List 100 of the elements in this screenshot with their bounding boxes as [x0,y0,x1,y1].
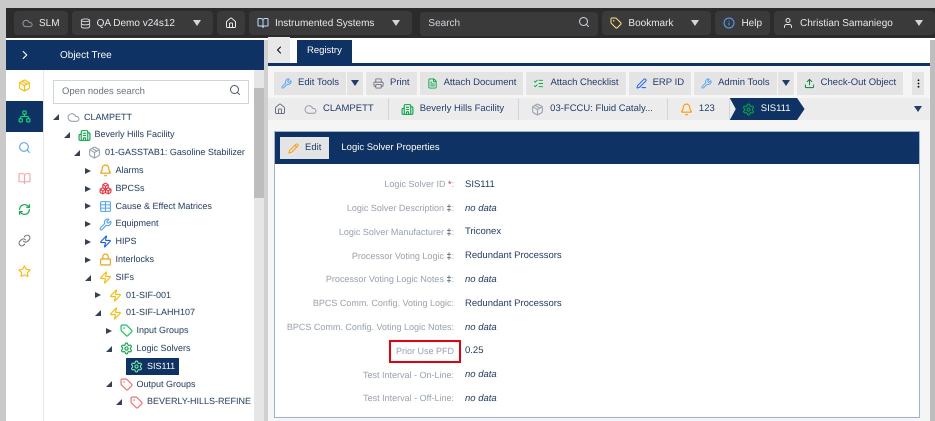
tree-item[interactable]: Cause & Effect Matrices [94,198,216,215]
search-icon [18,141,31,154]
tree-item[interactable]: Output Groups [116,376,200,393]
field-value: no data [465,272,497,287]
field-label: Processor Voting Logic Notes ‡: [324,273,455,286]
toolbar-button[interactable]: Check-Out Object [796,72,904,94]
tree-item[interactable]: HIPS [94,233,141,250]
search-icon [578,16,590,28]
more-button[interactable] [912,72,924,94]
checklist-icon [533,78,544,88]
search-field[interactable]: Search [420,12,598,36]
box-icon [88,146,101,160]
toolbar-button[interactable]: Admin Tools [694,72,777,94]
sidebar-tab[interactable] [6,101,43,132]
tree-item[interactable]: Interlocks [94,251,158,268]
caret-icon [914,20,923,26]
tree-item[interactable]: Equipment [94,216,163,233]
scrollbar[interactable] [930,40,935,421]
field-label: Logic Solver Description ‡: [346,202,455,215]
expanded-arrow-icon[interactable] [95,310,101,316]
toolbar-button[interactable]: Attach Checklist [526,72,626,94]
pen-icon [636,78,647,88]
tree-item[interactable]: Alarms [94,162,148,180]
tree-item[interactable]: SIFs [94,269,138,286]
cloud-icon [304,102,317,116]
tree-item[interactable]: 01-SIF-001 [105,286,176,304]
breadcrumb-item[interactable]: 123 [668,98,730,120]
toolbar-button[interactable]: ERP ID [628,72,692,94]
tree-item[interactable]: BPCSs [94,180,149,198]
scrollbar[interactable] [254,70,264,421]
wrench-icon [701,78,712,88]
tree-item[interactable]: CLAMPETT [63,108,136,126]
collapsed-arrow-icon[interactable] [84,203,90,210]
field-value: no data [465,368,497,382]
expanded-arrow-icon[interactable] [74,150,80,156]
toolbar-button[interactable]: Edit Tools [274,72,346,94]
collapsed-arrow-icon[interactable] [106,328,112,334]
tab[interactable]: Registry [297,40,352,63]
tree-item[interactable]: 01-GASSTAB1: Gasoline Stabilizer [84,144,249,162]
book-icon [18,172,31,185]
expanded-arrow-icon[interactable] [116,399,122,406]
field-value: no data [465,392,497,406]
book-icon [256,17,269,29]
collapsed-arrow-icon[interactable] [84,256,90,263]
dropdown-button[interactable] [778,72,794,94]
tree-item[interactable]: Beverly Hills Facility [74,126,179,144]
field-label: Test Interval - Off-Line: [362,392,455,406]
tree-item[interactable]: Logic Solvers [116,340,195,358]
caret-icon [914,106,922,112]
upload-icon [804,78,815,88]
expanded-arrow-icon[interactable] [53,114,59,120]
field-label: BPCS Comm. Config. Voting Logic: [312,297,455,310]
tree-item[interactable]: 01-SIF-LAHH107 [105,304,200,322]
cloud-icon [22,18,33,28]
collapsed-arrow-icon[interactable] [95,292,101,298]
toolbar-button[interactable]: Print [366,72,417,94]
tree-item[interactable]: SIS111 [126,358,180,376]
caret-icon [392,20,400,26]
lightning-icon [109,288,122,302]
field-label: Logic Solver ID *: [383,178,455,192]
tree-item[interactable]: BEVERLY-HILLS-REFINE [126,394,256,411]
caret-icon [782,80,790,86]
field-value: 0.25 [465,344,484,358]
database-icon [80,18,91,28]
dropdown-button[interactable] [347,72,364,94]
app-button[interactable]: SLM [14,11,68,35]
field-value: Triconex [465,225,502,240]
collapsed-arrow-icon[interactable] [84,186,90,192]
table-icon [98,200,112,213]
user-dropdown[interactable]: Christian Samaniego [774,11,935,35]
breadcrumb-item[interactable]: SIS111 [730,98,805,120]
breadcrumb-item[interactable]: CLAMPETT [292,98,389,120]
expanded-arrow-icon[interactable] [84,274,90,281]
tree-item[interactable]: Input Groups [116,322,193,340]
breadcrumb-item[interactable]: Beverly Hills Facility [388,98,520,120]
toolbar-button[interactable]: Attach Document [420,72,524,94]
database-dropdown[interactable]: QA Demo v24s12 [72,11,213,35]
collapsed-arrow-icon[interactable] [84,238,90,245]
breadcrumb-item[interactable]: 03-FCCU: Fluid Cataly... [519,98,668,120]
module-dropdown[interactable]: Instrumented Systems [248,11,412,35]
collapsed-arrow-icon[interactable] [84,221,90,228]
expanded-arrow-icon[interactable] [106,381,112,388]
home-button[interactable] [216,11,245,35]
expanded-arrow-icon[interactable] [64,132,70,138]
bookmark-dropdown[interactable]: Bookmark [602,11,712,35]
search-icon [229,84,241,96]
lightning-icon [98,235,112,248]
help-button[interactable]: Help [715,11,770,35]
collapsed-arrow-icon[interactable] [84,168,90,174]
lightning-icon [109,306,122,320]
caret-icon [351,80,360,86]
lock-icon [98,253,112,266]
gear-icon [130,360,143,374]
edit-button[interactable]: Edit [280,137,330,159]
tag-icon [130,396,143,409]
tree-search-field[interactable]: Open nodes search [53,80,249,104]
bell-icon [680,102,693,116]
expanded-arrow-icon[interactable] [106,346,112,352]
home-icon[interactable] [274,103,286,115]
field-value: no data [465,202,497,216]
